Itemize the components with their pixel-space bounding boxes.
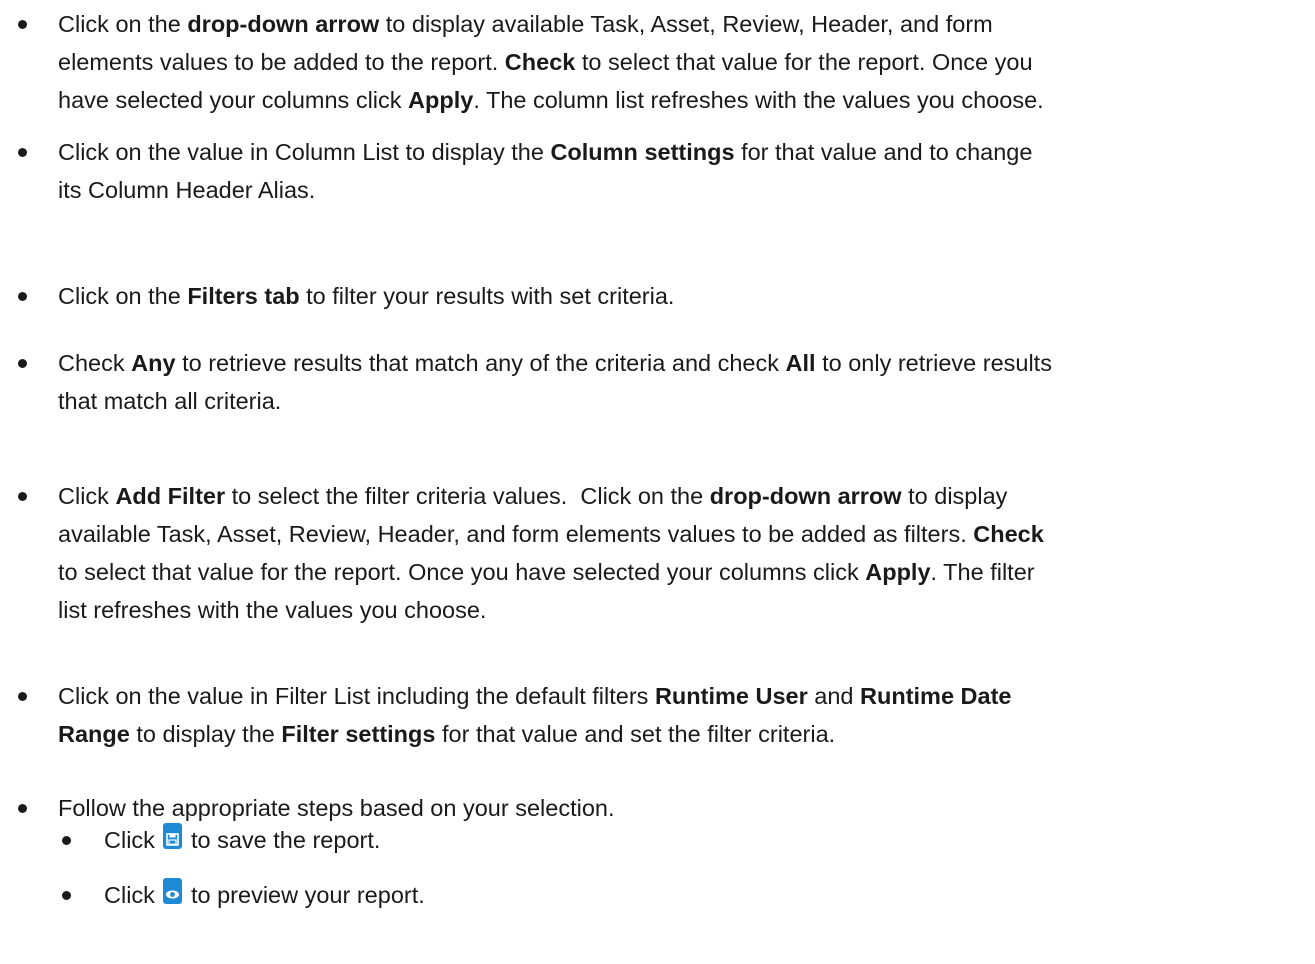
bullet-line: list refreshes with the values you choos… (58, 592, 1307, 628)
bullet-dot (62, 836, 71, 845)
bold-text: Apply (408, 87, 474, 113)
bullet-item: Click on the value in Filter List includ… (18, 678, 1307, 752)
sub-bullet-save: Click to save the report. (62, 822, 1307, 858)
text-run: for that value and to change (734, 139, 1033, 165)
text-run: Follow the appropriate steps based on yo… (58, 795, 615, 821)
bold-text: Range (58, 721, 130, 747)
bold-text: Runtime Date (860, 683, 1012, 709)
text-run: to select that value for the report. Onc… (575, 49, 1033, 75)
bold-text: Any (131, 350, 176, 376)
text-run: to retrieve results that match any of th… (175, 350, 786, 376)
bullet-dot (18, 692, 27, 701)
bold-text: Apply (865, 559, 931, 585)
sub-bullet-text-after: to save the report. (190, 827, 381, 853)
text-run: available Task, Asset, Review, Header, a… (58, 521, 974, 547)
text-run: to display available Task, Asset, Review… (379, 11, 993, 37)
sub-bullet-text-before: Click (104, 882, 155, 908)
bullet-line: its Column Header Alias. (58, 172, 1307, 208)
bullet-dot (62, 891, 71, 900)
sub-bullet-preview: Click to preview your report. (62, 877, 1307, 913)
bold-text: drop-down arrow (187, 11, 380, 37)
bullet-line: Follow the appropriate steps based on yo… (58, 790, 1307, 826)
bullet-item: Click on the Filters tab to filter your … (18, 278, 1307, 314)
bullet-dot (18, 148, 27, 157)
text-run: to display the (129, 721, 282, 747)
text-run: have selected your columns click (58, 87, 409, 113)
bold-text: Filters tab (187, 283, 300, 309)
text-run: Click (58, 483, 116, 509)
bullet-item: Click Add Filter to select the filter cr… (18, 478, 1307, 628)
bold-text: Column settings (550, 139, 735, 165)
bullet-line: Check Any to retrieve results that match… (58, 345, 1307, 381)
text-run: to display (901, 483, 1008, 509)
bullet-line: Click Add Filter to select the filter cr… (58, 478, 1307, 514)
bold-text: drop-down arrow (709, 483, 902, 509)
bold-text: Filter settings (281, 721, 436, 747)
bullet-line: Click on the value in Filter List includ… (58, 678, 1307, 714)
sub-bullet-text-after: to preview your report. (190, 882, 425, 908)
text-run: its Column Header Alias. (58, 177, 316, 203)
bullet-item: Check Any to retrieve results that match… (18, 345, 1307, 419)
text-run: Click on the value in Column List to dis… (58, 139, 551, 165)
text-run: to only retrieve results (815, 350, 1052, 376)
bullet-line: Click on the drop-down arrow to display … (58, 6, 1307, 42)
bold-text: Check (973, 521, 1044, 547)
text-run: to filter your results with set criteria… (299, 283, 675, 309)
bold-text: Runtime User (654, 683, 808, 709)
bullet-dot (18, 359, 27, 368)
bullet-line: to select that value for the report. Onc… (58, 554, 1307, 590)
bullet-dot (18, 292, 27, 301)
bullet-line: available Task, Asset, Review, Header, a… (58, 516, 1307, 552)
text-run: to select that value for the report. Onc… (58, 559, 866, 585)
save-icon (163, 823, 183, 849)
bullet-line: Click on the value in Column List to dis… (58, 134, 1307, 170)
bullet-line: Click on the Filters tab to filter your … (58, 278, 1307, 314)
text-run: Click on the value in Filter List includ… (58, 683, 655, 709)
bullet-item: Follow the appropriate steps based on yo… (18, 790, 1307, 826)
bullet-line: Range to display the Filter settings for… (58, 716, 1307, 752)
text-run: Check (58, 350, 132, 376)
sub-bullet-text-before: Click (104, 827, 155, 853)
bullet-dot (18, 20, 27, 29)
bullet-line: that match all criteria. (58, 383, 1307, 419)
text-run: . The column list refreshes with the val… (473, 87, 1044, 113)
text-run: that match all criteria. (58, 388, 282, 414)
bullet-dot (18, 492, 27, 501)
text-run: Click on the (58, 11, 188, 37)
text-run: for that value and set the filter criter… (435, 721, 836, 747)
bold-text: Add Filter (115, 483, 226, 509)
bullet-item: Click on the drop-down arrow to display … (18, 6, 1307, 118)
text-run: . The filter (930, 559, 1035, 585)
text-run: elements values to be added to the repor… (58, 49, 505, 75)
bullet-item: Click on the value in Column List to dis… (18, 134, 1307, 208)
text-run: to select the filter criteria values. Cl… (225, 483, 710, 509)
text-run: and (807, 683, 861, 709)
bold-text: All (785, 350, 816, 376)
eye-icon (163, 878, 183, 904)
text-run: list refreshes with the values you choos… (58, 597, 487, 623)
bullet-line: have selected your columns click Apply. … (58, 82, 1307, 118)
text-run: Click on the (58, 283, 188, 309)
bullet-dot (18, 804, 27, 813)
bold-text: Check (504, 49, 576, 75)
bullet-line: elements values to be added to the repor… (58, 44, 1307, 80)
